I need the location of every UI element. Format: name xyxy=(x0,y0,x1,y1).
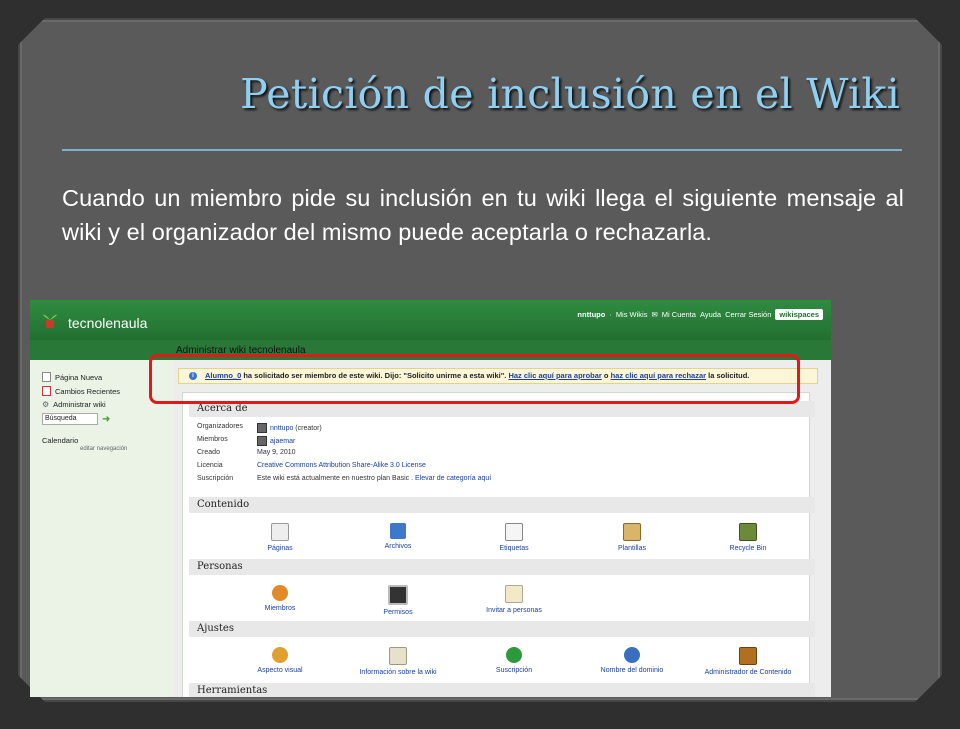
wiki-info-icon xyxy=(389,647,407,665)
wikis-icon: · xyxy=(609,310,612,319)
section-heading-people: Personas xyxy=(189,559,815,575)
dollar-icon xyxy=(506,647,522,663)
title-divider xyxy=(62,149,902,151)
sidebar-calendar-label: Calendario xyxy=(42,436,79,445)
tile-label: Administrador de Contenido xyxy=(704,669,792,676)
tile-members[interactable]: Miembros xyxy=(225,585,335,612)
pages-icon xyxy=(271,523,289,541)
tile-tags[interactable]: Etiquetas xyxy=(459,523,569,552)
tile-label: Etiquetas xyxy=(499,545,529,552)
section-heading-settings: Ajustes xyxy=(189,621,815,637)
sidebar-item-label: Cambios Recientes xyxy=(55,386,121,396)
search-go-icon[interactable]: ➜ xyxy=(102,414,110,425)
mail-icon[interactable]: ✉ xyxy=(651,310,657,319)
about-row: Organizadores nnttupo (creator) xyxy=(197,423,322,433)
tile-label: Miembros xyxy=(264,605,296,612)
about-suffix: (creator) xyxy=(293,424,322,432)
help-link[interactable]: Ayuda xyxy=(700,310,721,319)
tile-pages[interactable]: Páginas xyxy=(225,523,335,552)
sidebar-item-recent-changes[interactable]: Cambios Recientes xyxy=(42,386,120,396)
license-link[interactable]: Creative Commons Attribution Share-Alike… xyxy=(257,462,426,469)
tile-label: Archivos xyxy=(384,543,412,550)
about-row: Licencia Creative Commons Attribution Sh… xyxy=(197,462,426,469)
tile-label: Permisos xyxy=(383,609,413,616)
tile-label: Suscripción xyxy=(495,667,533,674)
wikispaces-logo[interactable]: wikispaces xyxy=(775,309,823,320)
slide-body-text: Cuando un miembro pide su inclusión en t… xyxy=(62,185,904,245)
tile-label: Aspecto visual xyxy=(257,667,303,674)
member-link[interactable]: ajaemar xyxy=(270,438,295,445)
user-nav: nnttupo · Mis Wikis ✉ Mi Cuenta Ayuda Ce… xyxy=(577,309,823,320)
about-row: Miembros ajaemar xyxy=(197,436,295,446)
slide-corner xyxy=(915,0,960,45)
calendar-icon xyxy=(42,386,51,396)
username-link[interactable]: nnttupo xyxy=(577,310,605,319)
folder-icon xyxy=(390,523,406,539)
sidebar-search: Búsqueda ➜ xyxy=(42,413,110,425)
tile-subscription[interactable]: Suscripción xyxy=(459,647,569,674)
tags-icon xyxy=(505,523,523,541)
tile-permissions[interactable]: Permisos xyxy=(343,585,453,616)
tile-invite[interactable]: Invitar a personas xyxy=(459,585,569,614)
wiki-screenshot: tecnolenaula nnttupo · Mis Wikis ✉ Mi Cu… xyxy=(30,300,831,697)
about-label: Creado xyxy=(197,449,220,456)
my-account-link[interactable]: Mi Cuenta xyxy=(662,310,696,319)
upgrade-link[interactable]: . Elevar de categoría aquí xyxy=(409,475,491,482)
tile-label: Plantillas xyxy=(617,545,646,552)
created-date: May 9, 2010 xyxy=(257,449,296,456)
wiki-sidebar: Página Nueva Cambios Recientes ⚙ Adminis… xyxy=(30,360,174,697)
slide-corner xyxy=(0,0,45,45)
new-page-icon xyxy=(42,372,51,382)
palette-icon xyxy=(272,647,288,663)
about-row: Suscripción Este wiki está actualmente e… xyxy=(197,475,491,482)
slide-corner xyxy=(915,675,960,729)
user-icon xyxy=(257,423,267,433)
permissions-icon xyxy=(388,585,408,605)
section-heading-tools: Herramientas xyxy=(189,683,815,697)
edit-navigation-link[interactable]: editar navegación xyxy=(80,446,127,452)
manage-wiki-panel: Acerca de Organizadores nnttupo (creator… xyxy=(182,392,815,697)
gear-icon: ⚙ xyxy=(42,400,50,409)
content-manager-icon xyxy=(739,647,757,665)
sidebar-item-manage-wiki[interactable]: ⚙ Administrar wiki xyxy=(42,400,106,409)
tile-label: Nombre del dominio xyxy=(600,667,664,674)
about-label: Miembros xyxy=(197,436,228,443)
tile-files[interactable]: Archivos xyxy=(343,523,453,550)
about-label: Suscripción xyxy=(197,475,234,482)
logout-link[interactable]: Cerrar Sesión xyxy=(725,310,771,319)
tile-label: Páginas xyxy=(267,545,293,552)
section-heading-content: Contenido xyxy=(189,497,815,513)
tile-look-and-feel[interactable]: Aspecto visual xyxy=(225,647,335,674)
organizer-link[interactable]: nnttupo xyxy=(270,425,293,432)
my-wikis-link[interactable]: Mis Wikis xyxy=(616,310,648,319)
members-icon xyxy=(272,585,288,601)
about-row: Creado May 9, 2010 xyxy=(197,449,296,456)
plan-text: Este wiki está actualmente en nuestro pl… xyxy=(257,475,410,482)
sidebar-item-new-page[interactable]: Página Nueva xyxy=(42,372,102,382)
tile-label: Recycle Bin xyxy=(729,545,767,552)
tile-templates[interactable]: Plantillas xyxy=(577,523,687,552)
wiki-header: tecnolenaula nnttupo · Mis Wikis ✉ Mi Cu… xyxy=(30,300,831,340)
tile-recycle-bin[interactable]: Recycle Bin xyxy=(693,523,803,552)
tile-content-manager[interactable]: Administrador de Contenido xyxy=(693,647,803,676)
clipboard-icon xyxy=(623,523,641,541)
wiki-site-name[interactable]: tecnolenaula xyxy=(68,315,147,331)
tile-label: Invitar a personas xyxy=(486,607,542,614)
invite-envelope-icon xyxy=(505,585,523,603)
recycle-bin-icon xyxy=(739,523,757,541)
plant-logo-icon xyxy=(43,314,57,328)
sidebar-item-label: Página Nueva xyxy=(55,372,103,382)
tile-wiki-info[interactable]: Información sobre la wiki xyxy=(343,647,453,676)
globe-icon xyxy=(624,647,640,663)
slide-title: Petición de inclusión en el Wiki xyxy=(240,70,900,118)
user-icon xyxy=(257,436,267,446)
sidebar-item-label: Administrar wiki xyxy=(53,400,106,409)
tile-domain-name[interactable]: Nombre del dominio xyxy=(577,647,687,674)
search-input[interactable]: Búsqueda xyxy=(42,413,98,425)
about-label: Organizadores xyxy=(197,423,243,430)
red-highlight-box xyxy=(149,354,800,404)
about-label: Licencia xyxy=(197,462,223,469)
tile-label: Información sobre la wiki xyxy=(359,669,437,676)
